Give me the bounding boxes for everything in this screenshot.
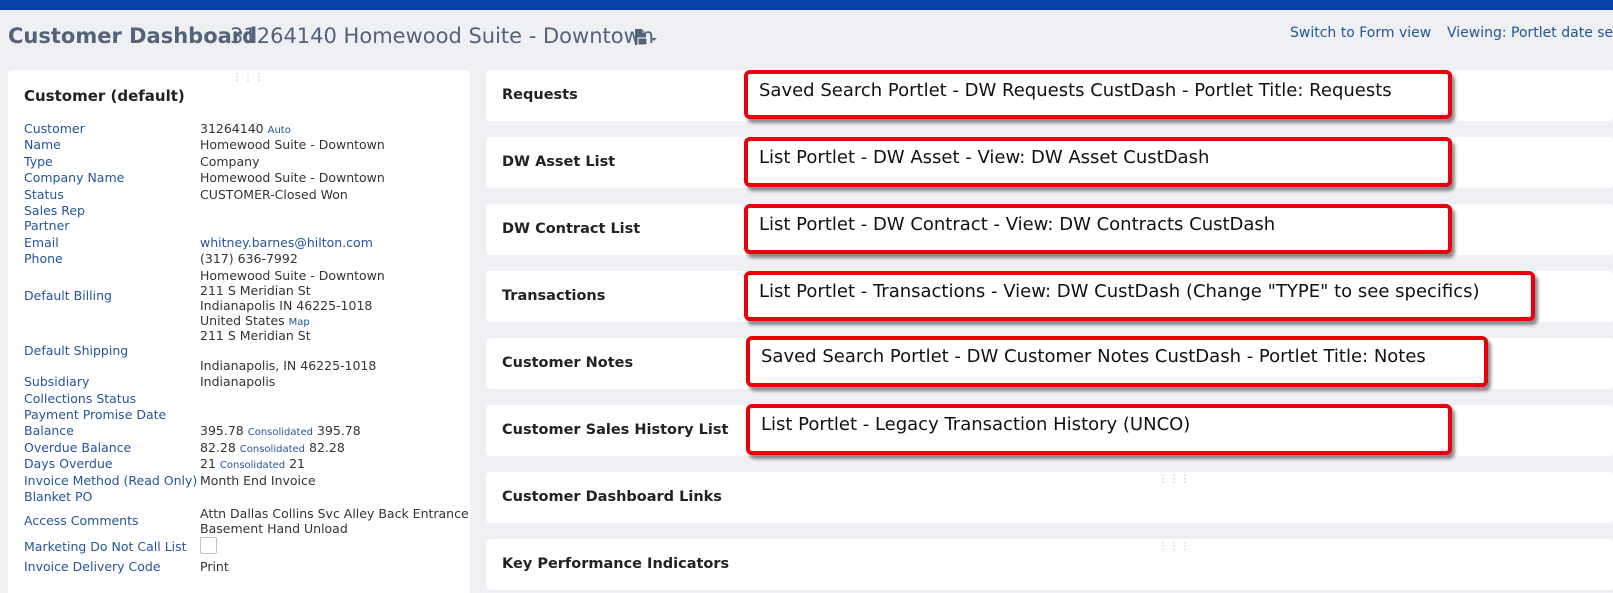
top-brand-bar [0, 0, 1613, 10]
field-label: Marketing Do Not Call List [24, 539, 187, 554]
do-not-call-checkbox[interactable] [200, 537, 217, 554]
drag-handle-icon[interactable]: ⋮⋮⋮ [1158, 542, 1191, 552]
address-line [200, 343, 376, 358]
field-value: Print [200, 559, 229, 574]
annotation-callout-asset: List Portlet - DW Asset - View: DW Asset… [744, 137, 1452, 187]
field-value: Company [200, 154, 260, 169]
field-label: Email [24, 235, 59, 250]
portlet-title[interactable]: Customer Notes [502, 355, 633, 371]
portlet-title[interactable]: Requests [502, 87, 578, 103]
field-label: Partner [24, 218, 70, 233]
portlet-title[interactable]: Key Performance Indicators [502, 556, 729, 572]
portlet-customer-dashboard-links: ⋮⋮⋮ Customer Dashboard Links [486, 472, 1613, 523]
field-label: Default Shipping [24, 343, 129, 358]
auto-link[interactable]: Auto [268, 125, 291, 136]
field-label: Balance [24, 423, 74, 438]
field-value: Homewood Suite - Downtown [200, 137, 385, 152]
field-label: Company Name [24, 170, 125, 185]
portlet-title[interactable]: Customer Dashboard Links [502, 489, 722, 505]
portlet-key-performance-indicators: ⋮⋮⋮ Key Performance Indicators [486, 539, 1613, 590]
comment-line: Attn Dallas Collins Svc Alley Back Entra… [200, 506, 469, 521]
field-label: Days Overdue [24, 456, 113, 471]
field-value: 82.28 [200, 440, 236, 455]
field-label: Access Comments [24, 513, 139, 528]
annotation-callout-requests: Saved Search Portlet - DW Requests CustD… [744, 70, 1452, 119]
field-label: Blanket PO [24, 489, 93, 504]
portlet-title[interactable]: Transactions [502, 288, 605, 304]
comment-line: Basement Hand Unload [200, 521, 348, 536]
field-value: 395.78 [200, 423, 244, 438]
address-line: 211 S Meridian St [200, 283, 311, 298]
field-value: CUSTOMER-Closed Won [200, 187, 348, 202]
annotation-callout-notes: Saved Search Portlet - DW Customer Notes… [746, 336, 1488, 387]
field-label: Collections Status [24, 391, 137, 406]
page-title: Customer Dashboard [8, 24, 258, 48]
switch-to-form-view-link[interactable]: Switch to Form view [1290, 25, 1431, 41]
field-label: Invoice Method (Read Only) [24, 473, 198, 488]
field-label: Customer [24, 121, 85, 136]
annotation-callout-contract: List Portlet - DW Contract - View: DW Co… [744, 204, 1452, 254]
portlet-title[interactable]: DW Asset List [502, 154, 615, 170]
field-value: 21 [200, 456, 216, 471]
address-line: United States [200, 313, 285, 328]
field-label: Invoice Delivery Code [24, 559, 161, 574]
address-line: Homewood Suite - Downtown [200, 268, 385, 283]
consolidated-label: Consolidated [239, 444, 306, 455]
field-value: Indianapolis [200, 374, 276, 389]
field-label: Subsidiary [24, 374, 90, 389]
customer-info-portlet: ⋮⋮⋮ Customer (default) Customer 31264140… [8, 70, 470, 593]
drag-handle-icon[interactable]: ⋮⋮⋮ [1158, 475, 1191, 485]
portlet-title[interactable]: DW Contract List [502, 221, 640, 237]
field-label: Name [24, 137, 61, 152]
portlet-title[interactable]: Customer Sales History List [502, 422, 728, 438]
email-link[interactable]: whitney.barnes@hilton.com [200, 235, 373, 250]
field-value: Month End Invoice [200, 473, 316, 488]
address-line: 211 S Meridian St [200, 328, 311, 343]
field-value: Homewood Suite - Downtown [200, 170, 385, 185]
field-value: 31264140 [200, 121, 264, 136]
drag-handle-icon[interactable]: ⋮⋮⋮ [232, 73, 265, 83]
annotation-callout-transactions: List Portlet - Transactions - View: DW C… [744, 271, 1535, 321]
customer-record-title: 31264140 Homewood Suite - Downtown [230, 24, 655, 48]
field-label: Status [24, 187, 64, 202]
field-value: (317) 636-7992 [200, 251, 298, 266]
address-line: Indianapolis IN 46225-1018 [200, 298, 373, 313]
field-label: Sales Rep [24, 203, 85, 218]
consolidated-label: Consolidated [247, 427, 313, 438]
consolidated-value: 82.28 [309, 440, 345, 455]
document-actions-icon[interactable] [632, 28, 660, 50]
field-label: Phone [24, 251, 63, 266]
field-label: Default Billing [24, 288, 112, 303]
consolidated-label: Consolidated [219, 460, 286, 471]
address-line: Indianapolis, IN 46225-1018 [200, 358, 377, 373]
consolidated-value: 395.78 [316, 423, 361, 438]
field-label: Overdue Balance [24, 440, 132, 455]
annotation-callout-sales-history: List Portlet - Legacy Transaction Histor… [746, 404, 1452, 455]
field-label: Type [24, 154, 53, 169]
consolidated-value: 21 [289, 456, 306, 471]
map-link[interactable]: Map [289, 317, 310, 328]
portlet-title: Customer (default) [24, 87, 185, 105]
viewing-portlet-date-settings-link[interactable]: Viewing: Portlet date setti [1447, 25, 1613, 41]
field-label: Payment Promise Date [24, 407, 167, 422]
